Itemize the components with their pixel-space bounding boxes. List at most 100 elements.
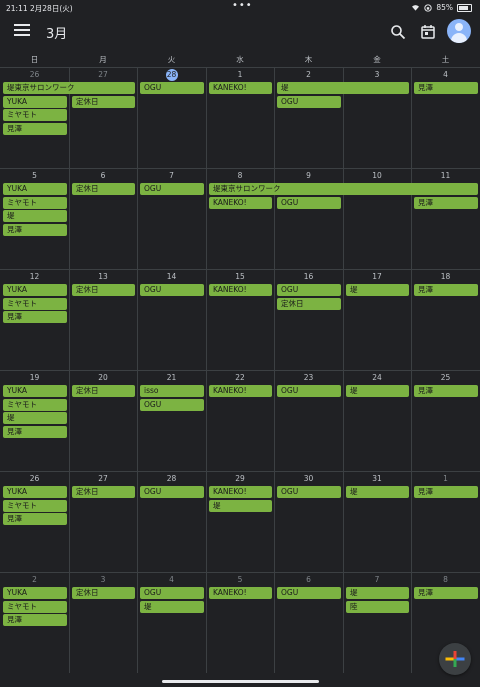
day-number[interactable]: 16 [274,271,343,283]
day-number[interactable]: 29 [206,473,274,485]
calendar-event[interactable]: ミヤモト [3,398,67,411]
calendar-event[interactable]: YUKA [3,486,67,498]
calendar-event[interactable]: KANEKO! [209,486,272,498]
calendar-event[interactable]: OGU [140,284,204,296]
day-number[interactable]: 30 [274,473,343,485]
calendar-event[interactable]: 見澤 [414,587,478,599]
day-number[interactable]: 4 [137,574,206,586]
calendar-event[interactable]: 見澤 [3,311,67,324]
day-number[interactable]: 31 [343,473,411,485]
calendar-event[interactable]: OGU [277,587,341,599]
calendar-event[interactable]: 見澤 [414,82,478,94]
calendar-event[interactable]: YUKA [3,95,67,108]
day-number[interactable]: 28 [137,69,206,81]
calendar-event[interactable]: 見澤 [3,122,67,135]
day-number[interactable]: 8 [411,574,480,586]
calendar-event[interactable]: OGU [140,398,204,411]
day-number[interactable]: 23 [274,372,343,384]
calendar-event[interactable]: ミヤモト [3,499,67,512]
search-icon[interactable] [390,24,406,40]
day-number[interactable]: 18 [411,271,480,283]
calendar-event[interactable]: OGU [140,82,204,94]
calendar-event[interactable]: 堤 [277,82,409,94]
calendar-event[interactable]: ミヤモト [3,109,67,122]
calendar-event[interactable]: OGU [277,385,341,397]
calendar-event[interactable]: 堤 [3,412,67,425]
calendar-event[interactable]: 定休日 [277,297,341,310]
calendar-event[interactable]: 定休日 [72,486,135,498]
add-event-button[interactable] [439,643,471,675]
day-number[interactable]: 7 [137,170,206,182]
calendar-event[interactable]: 見澤 [414,486,478,498]
multitask-dots[interactable]: ••• [232,0,253,11]
calendar-event[interactable]: OGU [277,95,341,108]
menu-icon[interactable] [14,24,30,40]
day-number[interactable]: 21 [137,372,206,384]
calendar-event[interactable]: KANEKO! [209,385,272,397]
calendar-event[interactable]: 堤東京サロンワーク [209,183,478,195]
home-indicator[interactable] [162,680,319,683]
day-number[interactable]: 20 [69,372,137,384]
calendar-event[interactable]: 見澤 [3,223,67,236]
calendar-event[interactable]: 堤 [346,385,409,397]
day-number[interactable]: 2 [274,69,343,81]
calendar-event[interactable]: isso [140,385,204,397]
calendar-event[interactable]: 陸 [346,600,409,613]
day-number[interactable]: 4 [411,69,480,81]
day-number[interactable]: 7 [343,574,411,586]
day-number[interactable]: 19 [0,372,69,384]
day-number[interactable]: 28 [137,473,206,485]
calendar-event[interactable]: 見澤 [414,196,478,209]
day-number[interactable]: 26 [0,69,69,81]
day-number[interactable]: 1 [206,69,274,81]
calendar-event[interactable]: KANEKO! [209,284,272,296]
calendar-event[interactable]: YUKA [3,183,67,195]
calendar-event[interactable]: 定休日 [72,385,135,397]
calendar-event[interactable]: KANEKO! [209,82,272,94]
day-number[interactable]: 15 [206,271,274,283]
day-number[interactable]: 12 [0,271,69,283]
calendar-event[interactable]: 定休日 [72,95,135,108]
calendar-event[interactable]: KANEKO! [209,587,272,599]
calendar-event[interactable]: 堤 [346,284,409,296]
calendar-event[interactable]: 堤 [346,486,409,498]
day-number[interactable]: 3 [343,69,411,81]
calendar-event[interactable]: 見澤 [414,284,478,296]
calendar-event[interactable]: OGU [277,284,341,296]
calendar-event[interactable]: 堤 [140,600,204,613]
day-number[interactable]: 5 [206,574,274,586]
day-number[interactable]: 24 [343,372,411,384]
calendar-event[interactable]: 定休日 [72,284,135,296]
calendar-event[interactable]: 見澤 [3,513,67,526]
calendar-event[interactable]: ミヤモト [3,600,67,613]
calendar-event[interactable]: 定休日 [72,587,135,599]
calendar-event[interactable]: OGU [140,486,204,498]
calendar-event[interactable]: YUKA [3,284,67,296]
calendar-event[interactable]: OGU [277,486,341,498]
calendar-event[interactable]: 堤 [346,587,409,599]
day-number[interactable]: 26 [0,473,69,485]
day-number[interactable]: 10 [343,170,411,182]
calendar-event[interactable]: ミヤモト [3,196,67,209]
calendar-event[interactable]: YUKA [3,385,67,397]
calendar-event[interactable]: ミヤモト [3,297,67,310]
calendar-event[interactable]: 堤東京サロンワーク [3,82,135,94]
day-number[interactable]: 3 [69,574,137,586]
month-title[interactable]: 3月 [46,23,67,42]
day-number[interactable]: 1 [411,473,480,485]
day-number[interactable]: 9 [274,170,343,182]
calendar-event[interactable]: YUKA [3,587,67,599]
calendar-event[interactable]: 見澤 [414,385,478,397]
calendar-event[interactable]: KANEKO! [209,196,272,209]
day-number[interactable]: 25 [411,372,480,384]
day-number[interactable]: 27 [69,69,137,81]
calendar-event[interactable]: OGU [140,587,204,599]
day-number[interactable]: 27 [69,473,137,485]
day-number[interactable]: 11 [411,170,480,182]
day-number[interactable]: 13 [69,271,137,283]
calendar-event[interactable]: 見澤 [3,425,67,438]
day-number[interactable]: 6 [69,170,137,182]
calendar-event[interactable]: 堤 [3,210,67,223]
day-number[interactable]: 14 [137,271,206,283]
day-number[interactable]: 17 [343,271,411,283]
